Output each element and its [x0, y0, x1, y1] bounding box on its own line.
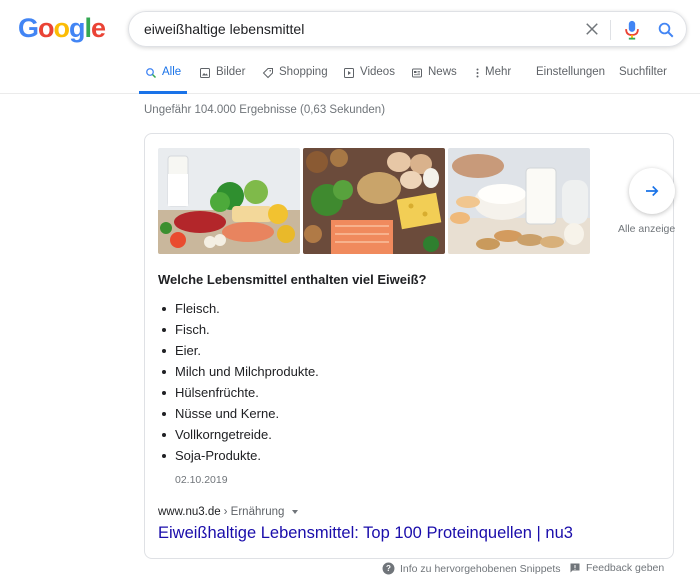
feedback-icon: [570, 563, 580, 573]
tab-shopping[interactable]: Shopping: [262, 66, 328, 94]
footer-label: Info zu hervorgehobenen Snippets: [400, 562, 561, 575]
source-url[interactable]: www.nu3.de › Ernährung: [158, 506, 299, 518]
tab-label: Alle: [162, 66, 182, 78]
tab-more[interactable]: Mehr: [475, 66, 511, 94]
clear-icon[interactable]: [583, 20, 601, 38]
tab-settings[interactable]: Einstellungen: [536, 66, 605, 94]
search-input[interactable]: [144, 12, 564, 46]
search-tabs: Alle Bilder Shopping Videos News Mehr Ei…: [0, 62, 700, 94]
more-vert-icon: [476, 68, 479, 78]
food-image[interactable]: [303, 148, 445, 254]
next-images-button[interactable]: [629, 168, 675, 214]
tab-label: News: [428, 66, 457, 78]
tag-icon: [262, 68, 273, 79]
tab-label: Bilder: [216, 66, 246, 78]
search-icon[interactable]: [657, 21, 675, 39]
show-all-link[interactable]: Alle anzeigen: [618, 223, 675, 235]
logo-letter: G: [18, 13, 39, 43]
food-image[interactable]: [448, 148, 590, 254]
tab-label: Shopping: [279, 66, 328, 78]
google-logo[interactable]: Google: [18, 13, 106, 44]
source-domain: www.nu3.de: [158, 506, 221, 518]
result-stats: Ungefähr 104.000 Ergebnisse (0,63 Sekund…: [144, 104, 386, 116]
tab-search-tools[interactable]: Suchfilter: [619, 66, 667, 94]
logo-letter: g: [69, 13, 85, 43]
list-item: Hülsenfrüchte.: [158, 383, 319, 404]
search-icon: [146, 68, 157, 79]
tab-news[interactable]: News: [411, 66, 457, 94]
source-breadcrumb: › Ernährung: [223, 506, 285, 518]
snippet-question: Welche Lebensmittel enthalten viel Eiwei…: [158, 272, 427, 287]
image-icon: [200, 68, 210, 78]
tab-label: Einstellungen: [536, 66, 606, 78]
snippet-list: Fleisch. Fisch. Eier. Milch und Milchpro…: [158, 299, 319, 467]
caret-down-icon[interactable]: [292, 510, 299, 514]
tab-all[interactable]: Alle: [139, 66, 188, 94]
footer-label: Feedback geben: [586, 562, 665, 574]
svg-text:?: ?: [386, 564, 391, 573]
divider: [610, 20, 611, 40]
play-icon: [344, 68, 354, 78]
mic-icon[interactable]: [623, 20, 641, 40]
help-icon: ?: [382, 562, 395, 575]
tab-label: Mehr: [485, 66, 512, 78]
logo-letter: o: [53, 13, 70, 43]
tab-images[interactable]: Bilder: [199, 66, 245, 94]
search-box: [128, 11, 687, 47]
feedback-link[interactable]: Feedback geben: [569, 562, 664, 574]
list-item: Vollkorngetreide.: [158, 425, 319, 446]
news-icon: [412, 68, 422, 78]
list-item: Fisch.: [158, 320, 319, 341]
logo-letter: o: [38, 13, 54, 43]
result-title-link[interactable]: Eiweißhaltige Lebensmittel: Top 100 Prot…: [158, 524, 573, 543]
tab-videos[interactable]: Videos: [343, 66, 395, 94]
list-item: Nüsse und Kerne.: [158, 404, 319, 425]
food-image[interactable]: [158, 148, 300, 254]
tab-label: Videos: [360, 66, 395, 78]
snippet-date: 02.10.2019: [175, 474, 228, 486]
tab-label: Suchfilter: [619, 66, 667, 78]
featured-snippet-card: Alle anzeigen Welche Lebensmittel enthal…: [144, 133, 675, 559]
snippet-info-link[interactable]: ? Info zu hervorgehobenen Snippets: [382, 562, 561, 575]
list-item: Soja-Produkte.: [158, 446, 319, 467]
list-item: Eier.: [158, 341, 319, 362]
arrow-right-icon: [646, 185, 659, 197]
list-item: Fleisch.: [158, 299, 319, 320]
list-item: Milch und Milchprodukte.: [158, 362, 319, 383]
logo-letter: e: [91, 13, 106, 43]
